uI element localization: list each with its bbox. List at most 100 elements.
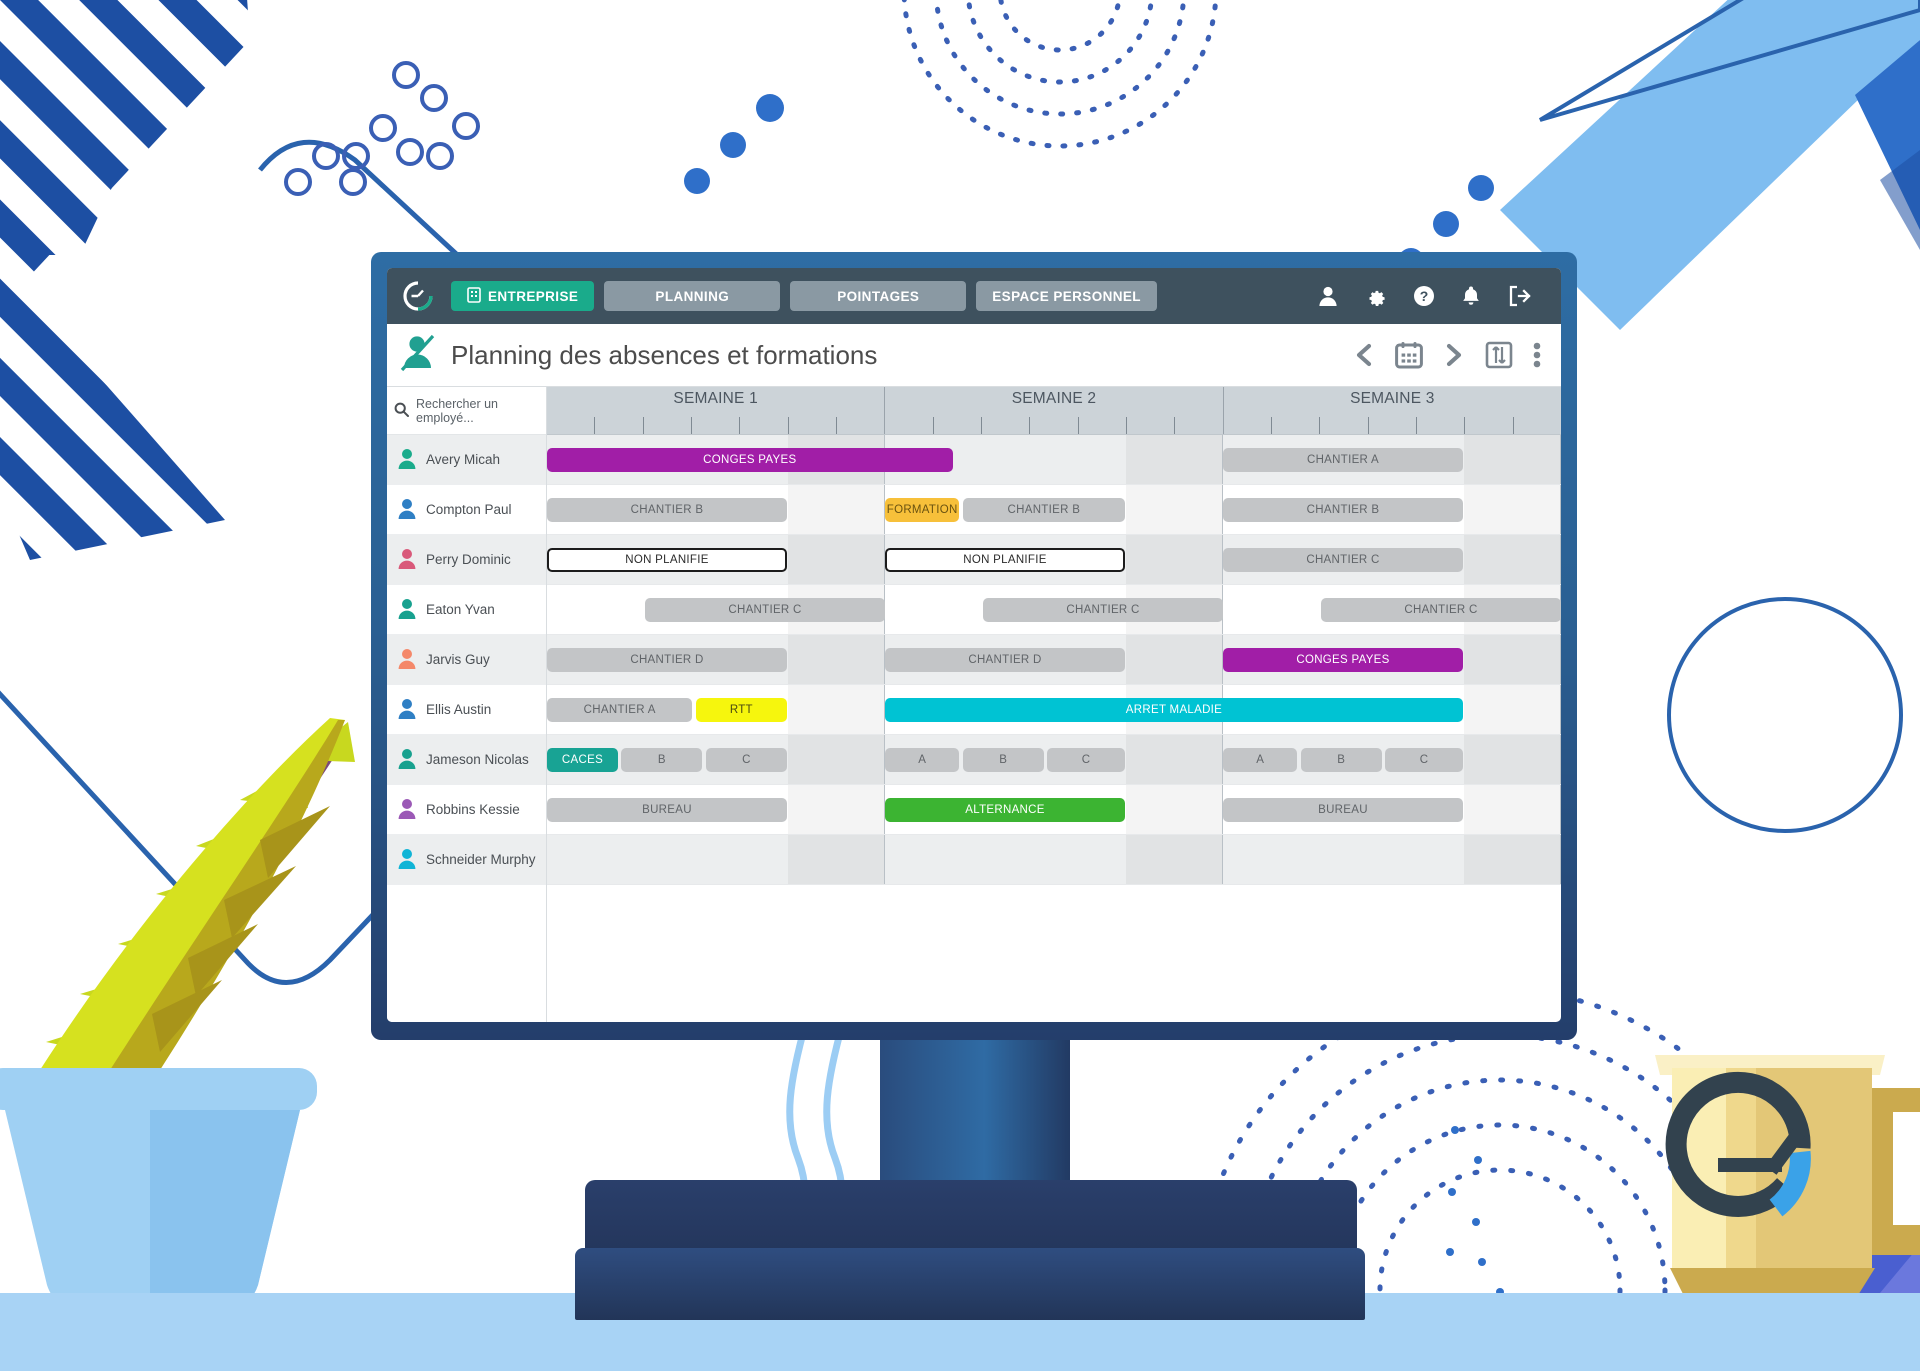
day-tick [1079,417,1127,434]
timeline-row: BUREAU ALTERNANCE BUREAU [547,785,1561,835]
task-bar[interactable]: CONGES PAYES [1223,647,1463,672]
help-icon[interactable]: ? [1413,285,1435,307]
task-bar[interactable]: NON PLANIFIE [885,547,1125,572]
task-bar[interactable]: C [705,747,787,772]
nav-tab-espace-personnel[interactable]: ESPACE PERSONNEL [976,281,1157,311]
day-tick [740,417,789,434]
app-navbar: ENTREPRISE PLANNING POINTAGES ESPACE PER… [387,268,1561,324]
user-icon[interactable] [1317,285,1339,307]
task-bar[interactable]: B [1300,747,1382,772]
clock-logo-icon[interactable] [403,281,433,311]
day-tick [1272,417,1321,434]
employee-row[interactable]: Eaton Yvan [387,585,546,635]
nav-tab-planning[interactable]: PLANNING [604,281,781,311]
header-actions [1353,341,1541,369]
task-bar[interactable]: C [1047,747,1125,772]
calendar-icon[interactable] [1395,341,1423,369]
task-bar[interactable]: NON PLANIFIE [547,547,787,572]
task-bar[interactable]: B [962,747,1044,772]
task-bar[interactable]: CHANTIER C [983,597,1223,622]
nav-tab-pointages[interactable]: POINTAGES [790,281,967,311]
task-bar[interactable]: A [885,747,960,772]
bars-layer: CHANTIER A RTT ARRET MALADIE [547,685,1561,734]
day-tick [789,417,837,434]
task-bar[interactable]: CHANTIER D [885,647,1125,672]
day-tick [1465,417,1514,434]
week-header: SEMAINE 1 [547,387,886,434]
logout-icon[interactable] [1507,285,1531,307]
task-bar[interactable]: CONGES PAYES [547,447,953,472]
employee-row[interactable]: Schneider Murphy [387,835,546,885]
week-label: SEMAINE 3 [1350,390,1435,407]
task-bar[interactable]: ARRET MALADIE [885,697,1463,722]
filter-sliders-icon[interactable] [1485,341,1513,369]
timeline-row: NON PLANIFIE NON PLANIFIE CHANTIER C [547,535,1561,585]
task-bar[interactable]: CHANTIER A [547,697,693,722]
day-ticks [1224,408,1561,434]
employee-row[interactable]: Avery Micah [387,435,546,485]
task-bar[interactable]: CHANTIER A [1223,447,1463,472]
task-bar[interactable]: CHANTIER B [962,497,1125,522]
employee-column: Rechercher un employé... Avery Micah Comp… [387,387,547,1022]
task-bar[interactable]: FORMATION [885,497,960,522]
timeline-row: CHANTIER A RTT ARRET MALADIE [547,685,1561,735]
day-ticks [547,408,884,434]
avatar [397,698,417,722]
chevron-right-icon[interactable] [1443,342,1465,368]
absence-person-icon [399,334,439,377]
task-bar[interactable]: RTT [695,697,787,722]
avatar [397,448,417,472]
timeline-row: CHANTIER B FORMATION CHANTIER B CHANTIER B [547,485,1561,535]
employee-row[interactable]: Ellis Austin [387,685,546,735]
dotted-arcs-top [901,0,1219,149]
task-bar[interactable]: ALTERNANCE [885,797,1125,822]
gear-icon[interactable] [1365,285,1387,307]
task-bar[interactable]: BUREAU [1223,797,1463,822]
task-bar[interactable]: CHANTIER B [1223,497,1463,522]
nav-tab-label: PLANNING [655,288,730,304]
employee-row[interactable]: Robbins Kessie [387,785,546,835]
day-tick [1514,417,1561,434]
day-tick [934,417,982,434]
avatar [397,798,417,822]
employee-row[interactable]: Jarvis Guy [387,635,546,685]
bars-layer: NON PLANIFIE NON PLANIFIE CHANTIER C [547,535,1561,584]
employee-row[interactable]: Perry Dominic [387,535,546,585]
employee-row[interactable]: Jameson Nicolas [387,735,546,785]
task-bar[interactable]: B [621,747,703,772]
more-vertical-icon[interactable] [1533,342,1541,368]
bars-layer [547,835,1561,884]
week-label: SEMAINE 2 [1011,390,1097,407]
nav-tab-entreprise[interactable]: ENTREPRISE [451,281,595,311]
task-bar[interactable]: CACES [547,747,618,772]
day-tick [595,417,644,434]
chevron-left-icon[interactable] [1353,342,1375,368]
task-bar[interactable]: CHANTIER D [547,647,787,672]
task-bar[interactable]: C [1385,747,1463,772]
day-tick [1127,417,1176,434]
avatar [397,548,417,572]
bars-layer: CHANTIER C CHANTIER C CHANTIER C [547,585,1561,634]
day-tick [982,417,1031,434]
navbar-icon-group: ? [1317,285,1545,307]
task-bar[interactable]: CHANTIER C [1223,547,1463,572]
task-bar[interactable]: A [1223,747,1298,772]
bell-icon[interactable] [1461,285,1481,307]
task-bar[interactable]: CHANTIER C [1321,597,1561,622]
search-icon [394,402,409,420]
day-tick [1175,417,1222,434]
search-input[interactable]: Rechercher un employé... [416,397,538,425]
task-bar[interactable]: BUREAU [547,797,787,822]
timeline-row: CONGES PAYES CHANTIER A [547,435,1561,485]
monitor-base-lower [575,1248,1365,1320]
search-employee-box[interactable]: Rechercher un employé... [387,387,546,435]
task-bar[interactable]: CHANTIER B [547,497,787,522]
employee-name: Eaton Yvan [426,602,495,617]
day-tick [1369,417,1417,434]
employee-row[interactable]: Compton Paul [387,485,546,535]
task-bar[interactable]: CHANTIER C [645,597,885,622]
nav-tab-label: POINTAGES [837,288,920,304]
screen: ENTREPRISE PLANNING POINTAGES ESPACE PER… [387,268,1561,1022]
avatar [397,748,417,772]
day-tick [1224,417,1272,434]
